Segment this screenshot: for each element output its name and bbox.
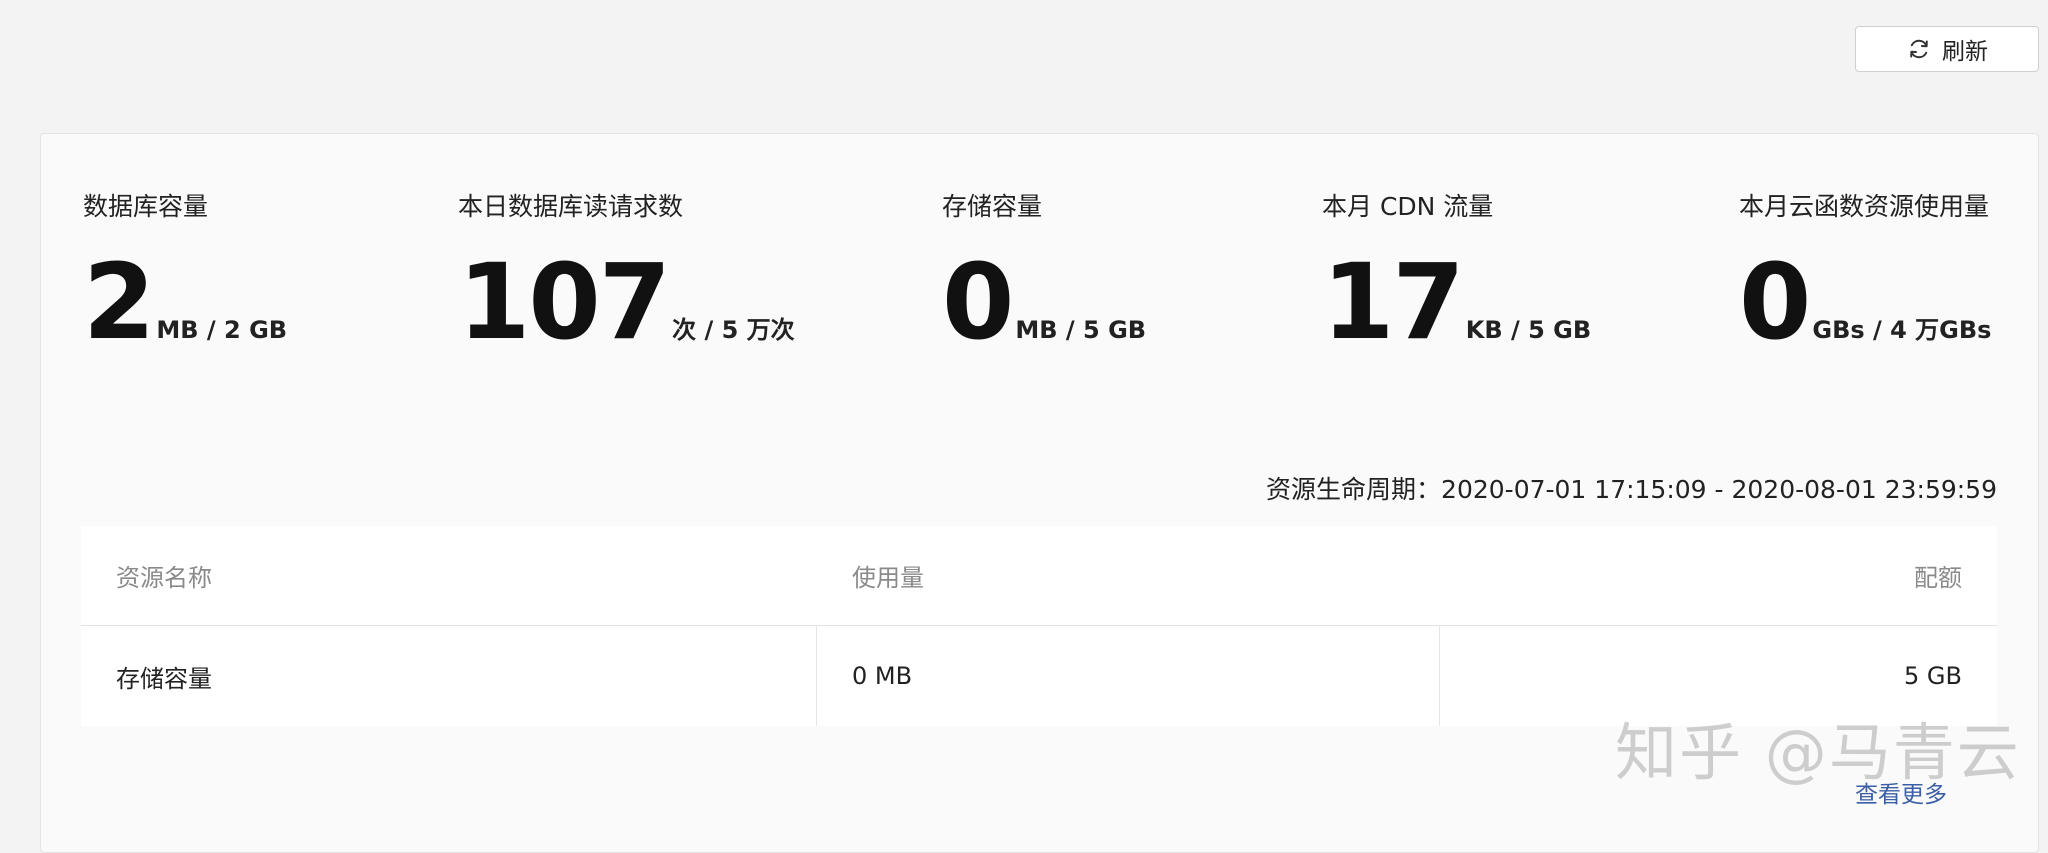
- stat-cdn-traffic: 本月 CDN 流量 17 KB / 5 GB: [1322, 192, 1592, 363]
- cell-resource-name: 存储容量: [81, 626, 817, 726]
- column-header-quota: 配额: [1914, 564, 1962, 592]
- stat-unit: GBs / 4 万GBs: [1812, 316, 1992, 344]
- stat-unit: MB / 5 GB: [1015, 316, 1147, 344]
- stat-value: 107: [458, 241, 671, 363]
- watermark: 知乎 @马青云: [1615, 716, 2021, 789]
- resource-table: 资源名称 使用量 配额 存储容量 0 MB 5 GB: [81, 526, 1997, 726]
- stat-title: 本月 CDN 流量: [1322, 192, 1494, 221]
- stat-value: 0: [1739, 241, 1811, 363]
- stat-database-read-requests: 本日数据库读请求数 107 次 / 5 万次: [458, 192, 795, 363]
- stat-title: 存储容量: [942, 192, 1043, 221]
- table-header-row: 资源名称 使用量 配额: [81, 526, 1997, 626]
- stat-storage-capacity: 存储容量 0 MB / 5 GB: [942, 192, 1147, 363]
- refresh-button-label: 刷新: [1942, 39, 1988, 65]
- stat-title: 数据库容量: [83, 192, 209, 221]
- stat-database-capacity: 数据库容量 2 MB / 2 GB: [83, 192, 288, 363]
- stat-unit: MB / 2 GB: [156, 316, 288, 344]
- stat-unit: KB / 5 GB: [1465, 316, 1592, 344]
- resource-lifecycle: 资源生命周期：2020-07-01 17:15:09 - 2020-08-01 …: [1266, 475, 1997, 504]
- view-more-link[interactable]: 查看更多: [1855, 775, 1947, 809]
- stat-value: 2: [83, 241, 155, 363]
- stat-unit: 次 / 5 万次: [672, 316, 795, 344]
- stat-value: 17: [1322, 241, 1465, 363]
- stat-value: 0: [942, 241, 1014, 363]
- refresh-icon: [1906, 36, 1932, 62]
- column-header-usage: 使用量: [852, 564, 924, 592]
- column-header-resource-name: 资源名称: [116, 564, 212, 592]
- cell-usage: 0 MB: [817, 626, 1440, 726]
- stat-title: 本日数据库读请求数: [458, 192, 684, 221]
- refresh-button[interactable]: 刷新: [1855, 26, 2039, 72]
- stat-cloud-function-usage: 本月云函数资源使用量 0 GBs / 4 万GBs: [1739, 192, 1992, 363]
- stat-title: 本月云函数资源使用量: [1739, 192, 1990, 221]
